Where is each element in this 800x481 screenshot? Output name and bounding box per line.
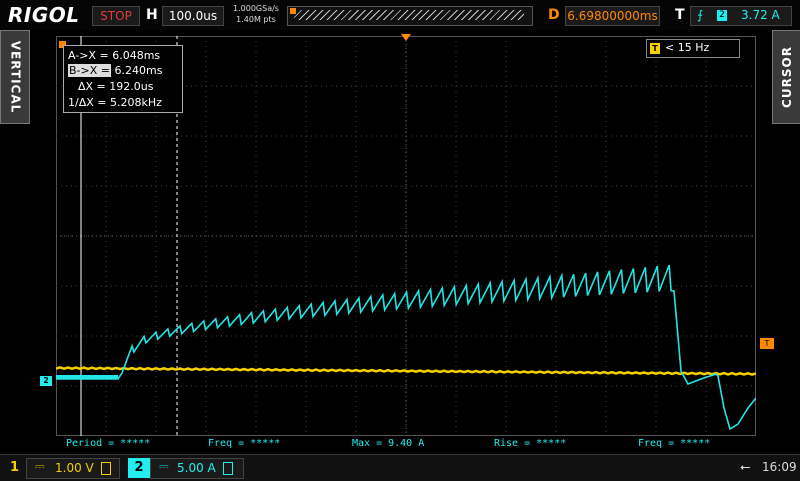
measurement-item[interactable]: Freq = ***** (208, 438, 280, 449)
delay-label: D (548, 7, 560, 23)
sample-rate: 1.000GSa/s (233, 4, 279, 13)
cursor-a-readout: A->X = 6.048ms (68, 49, 161, 62)
trigger-settings[interactable]: ⨍ 2 3.72 A (690, 6, 792, 26)
acquisition-info: 1.000GSa/s 1.40M pts (230, 3, 282, 25)
ch2-settings[interactable]: ⎓ 5.00 A (150, 458, 244, 479)
probe-icon (223, 462, 233, 475)
ch2-number[interactable]: 2 (128, 458, 150, 478)
measurement-item[interactable]: Rise = ***** (494, 438, 566, 449)
top-status-bar: RIGOL STOP H 100.0us 1.000GSa/s 1.40M pt… (0, 0, 800, 30)
measurement-item[interactable]: Freq = ***** (638, 438, 710, 449)
measurement-row: Period = ***** Freq = ***** Max = 9.40 A… (56, 437, 756, 453)
ch1-number[interactable]: 1 (10, 460, 19, 475)
trigger-position-marker[interactable] (401, 34, 411, 41)
cursor-b-value: 6.240ms (114, 64, 163, 77)
clock: 16:09 (762, 460, 797, 474)
trigger-level-marker[interactable]: T (760, 338, 774, 349)
dc-coupling-icon: ⎓ (159, 459, 169, 473)
cursor-readout: A->X = 6.048ms B->X = 6.240ms ΔX = 192.0… (63, 45, 183, 113)
usb-icon: ⭠ (740, 460, 751, 475)
ch2-offset-marker[interactable]: 2 (40, 376, 52, 386)
delay-value[interactable]: 6.69800000ms (565, 6, 660, 26)
memory-overview-bar (287, 6, 533, 26)
cursor-b-readout: B->X = 6.240ms (68, 64, 162, 77)
channel-bar: 1 ⎓ 1.00 V 2 ⎓ 5.00 A ⭠ 16:09 (0, 454, 800, 481)
memory-hatch (294, 10, 524, 20)
timebase-value[interactable]: 100.0us (162, 6, 224, 26)
tab-cursor[interactable]: CURSOR (772, 30, 800, 124)
ch1-scale: 1.00 V (55, 461, 94, 475)
tab-cursor-label: CURSOR (780, 46, 794, 108)
frequency-counter: T < 15 Hz (646, 39, 740, 58)
measurement-item[interactable]: Period = ***** (66, 438, 150, 449)
ch2-scale: 5.00 A (177, 461, 216, 475)
trigger-level: 3.72 A (741, 8, 780, 22)
measurement-item[interactable]: Max = 9.40 A (352, 438, 424, 449)
memory-depth: 1.40M pts (236, 15, 276, 24)
cursor-delta-readout: ΔX = 192.0us (78, 80, 154, 93)
cursor-b-label: B->X = (68, 64, 111, 77)
trigger-icon: T (650, 43, 660, 54)
brand-logo: RIGOL (8, 3, 80, 27)
run-stop-status[interactable]: STOP (92, 6, 140, 26)
memory-trigger-icon (290, 8, 296, 14)
frequency-value: < 15 Hz (665, 41, 710, 54)
probe-icon (101, 462, 111, 475)
rising-edge-icon: ⨍ (697, 8, 704, 22)
trigger-label: T (675, 7, 685, 23)
horizontal-label: H (146, 7, 158, 23)
tab-vertical[interactable]: VERTICAL (0, 30, 30, 124)
cursor-inverse-delta-readout: 1/ΔX = 5.208kHz (68, 96, 162, 109)
tab-vertical-label: VERTICAL (8, 40, 23, 114)
dc-coupling-icon: ⎓ (35, 459, 45, 473)
ch1-settings[interactable]: ⎓ 1.00 V (26, 458, 120, 479)
trigger-source-badge: 2 (717, 10, 727, 21)
